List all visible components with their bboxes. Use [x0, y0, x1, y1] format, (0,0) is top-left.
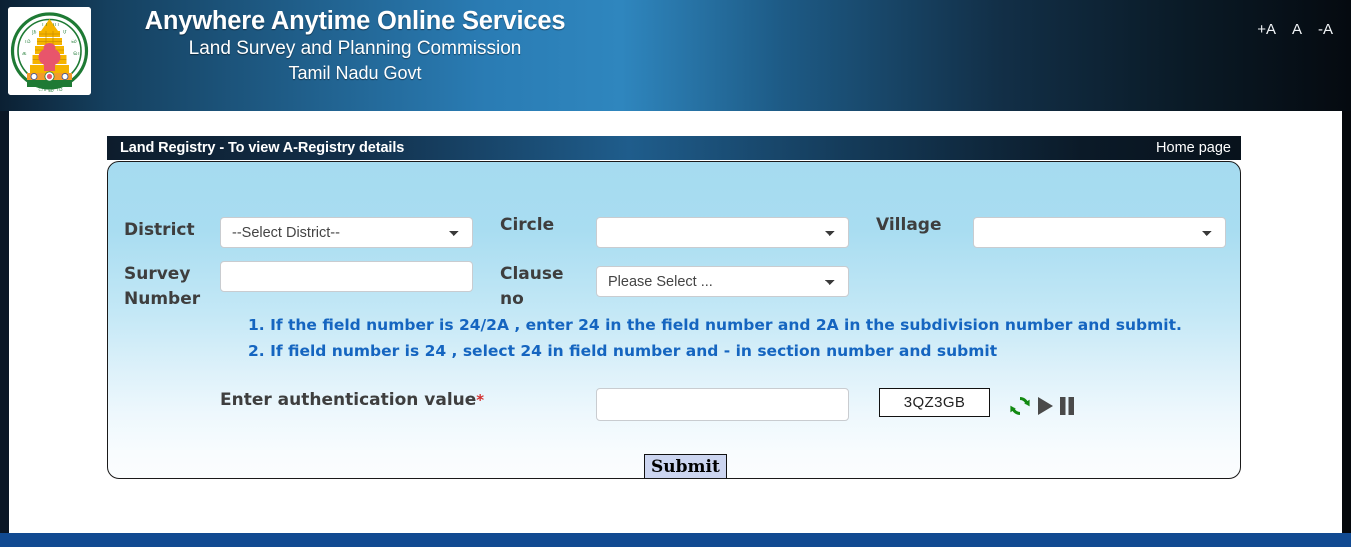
svg-text:ர: ர [63, 27, 67, 35]
instruction-note-1: 1. If the field number is 24/2A , enter … [248, 316, 1182, 334]
circle-select[interactable] [596, 217, 849, 248]
survey-number-label-text: Survey Number [124, 264, 200, 309]
land-registry-panel: Land Registry - To view A-Registry detai… [107, 136, 1241, 479]
clause-no-select[interactable]: Please Select ... [596, 266, 849, 297]
site-subtitle-govt: Tamil Nadu Govt [120, 61, 590, 86]
svg-text:ல: ல [48, 86, 54, 94]
footer-spacer [0, 517, 1351, 533]
font-decrease-button[interactable]: -A [1318, 22, 1333, 38]
district-label: District [124, 218, 195, 242]
refresh-icon[interactable] [1008, 394, 1032, 418]
submit-button[interactable]: Submit [644, 454, 727, 479]
authentication-label-text: Enter authentication value [220, 390, 476, 410]
home-page-link[interactable]: Home page [1156, 140, 1231, 156]
village-select[interactable] [973, 217, 1226, 248]
svg-text:ந: ந [32, 27, 37, 35]
play-icon[interactable] [1035, 395, 1055, 417]
authentication-label: Enter authentication value* [220, 390, 484, 410]
page-root: க ம ந ப ய ர ல வ ா ல ம Anywhere Anytime O… [0, 0, 1351, 547]
font-size-controls: +A A -A [1257, 22, 1333, 38]
font-increase-button[interactable]: +A [1257, 22, 1276, 38]
clause-no-label-text: Clause no [500, 264, 564, 309]
form-panel: District --Select District-- Circle Vill… [107, 161, 1241, 479]
survey-number-input[interactable] [220, 261, 473, 292]
authentication-input[interactable] [596, 388, 849, 421]
district-select[interactable]: --Select District-- [220, 217, 473, 248]
pause-icon[interactable] [1058, 395, 1076, 417]
footer-bar [0, 533, 1351, 547]
site-subtitle-commission: Land Survey and Planning Commission [120, 36, 590, 61]
panel-title-text: Land Registry - To view A-Registry detai… [120, 140, 404, 156]
circle-label: Circle [500, 213, 554, 237]
svg-text:ம: ம [57, 85, 63, 93]
panel-title-bar: Land Registry - To view A-Registry detai… [107, 136, 1241, 160]
village-label: Village [876, 213, 942, 237]
font-normal-button[interactable]: A [1292, 22, 1302, 38]
svg-text:ப: ப [42, 20, 47, 28]
svg-text:க: க [22, 49, 27, 57]
svg-text:ா: ா [38, 85, 47, 93]
svg-text:ம: ம [25, 37, 31, 45]
header-title-block: Anywhere Anytime Online Services Land Su… [120, 6, 590, 86]
site-header: க ம ந ப ய ர ல வ ா ல ம Anywhere Anytime O… [0, 0, 1351, 111]
site-title: Anywhere Anytime Online Services [120, 6, 590, 36]
required-asterisk: * [476, 391, 484, 409]
svg-text:ய: ய [53, 20, 59, 28]
survey-number-label: Survey Number [124, 262, 214, 312]
captcha-controls [1008, 394, 1076, 418]
tamil-nadu-emblem-icon: க ம ந ப ய ர ல வ ா ல ம [8, 7, 91, 95]
clause-no-label: Clause no [500, 262, 590, 312]
captcha-code-display: 3QZ3GB [879, 388, 990, 417]
svg-text:ல: ல [71, 37, 77, 45]
svg-text:வ: வ [73, 49, 80, 57]
instruction-note-2: 2. If field number is 24 , select 24 in … [248, 342, 997, 360]
